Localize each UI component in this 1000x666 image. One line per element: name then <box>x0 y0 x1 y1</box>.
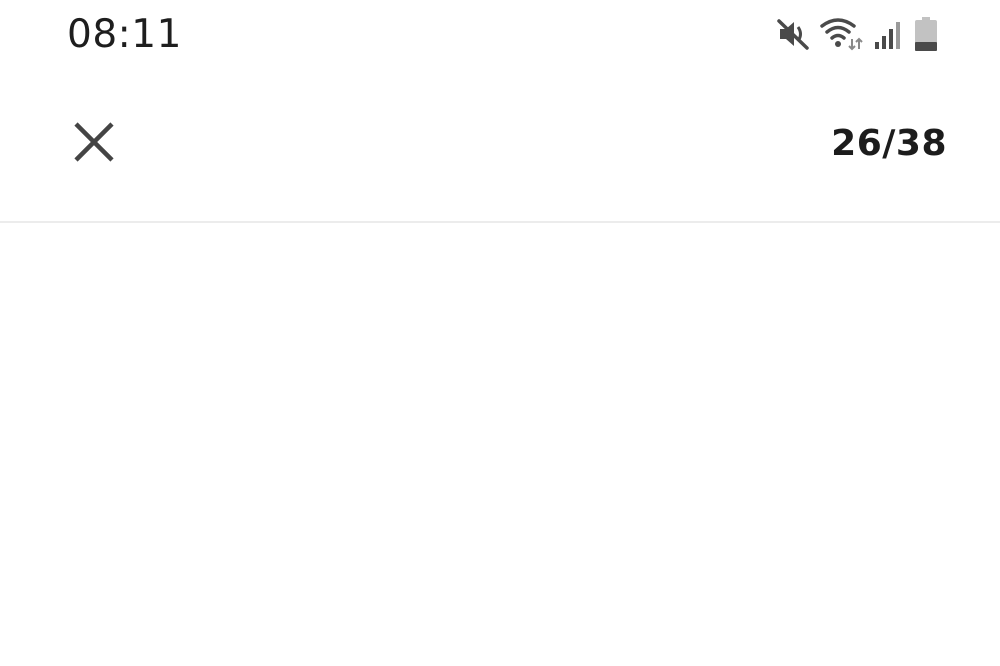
status-bar: 08:11 <box>0 0 1000 72</box>
close-button[interactable] <box>62 112 126 176</box>
wifi-icon <box>820 16 864 52</box>
content-area <box>0 223 1000 666</box>
signal-icon <box>874 18 904 50</box>
screen: 08:11 26/38 <box>0 0 1000 666</box>
close-icon <box>72 120 116 169</box>
status-time: 08:11 <box>67 12 182 57</box>
status-icons <box>776 14 938 54</box>
app-bar: 26/38 <box>0 72 1000 223</box>
mute-icon <box>776 17 810 51</box>
battery-icon <box>914 16 938 52</box>
page-counter: 26/38 <box>831 123 947 164</box>
